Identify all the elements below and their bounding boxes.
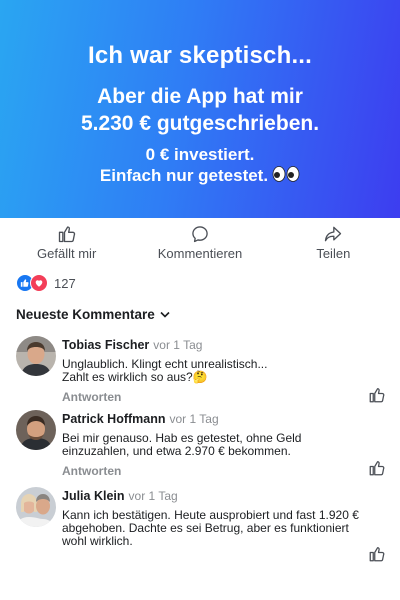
share-button[interactable]: Teilen — [267, 218, 400, 266]
banner-subheadline: Aber die App hat mir 5.230 € gutgeschrie… — [0, 83, 400, 137]
comment-time: vor 1 Tag — [153, 338, 203, 352]
reaction-summary[interactable]: 127 — [16, 273, 76, 293]
banner-line-5-wrap: Einfach nur getestet. — [0, 165, 400, 187]
comment-time: vor 1 Tag — [128, 489, 178, 503]
comment-like-icon[interactable] — [368, 459, 386, 477]
post-action-bar: Gefällt mir Kommentieren Teilen — [0, 218, 400, 266]
comment-text-content: Unglaublich. Klingt echt unrealistisch..… — [62, 357, 268, 384]
comment-header: Julia Klein vor 1 Tag — [62, 487, 362, 505]
comment-body: Tobias Fischer vor 1 Tag Unglaublich. Kli… — [62, 336, 362, 404]
comment-sort-dropdown[interactable]: Neueste Kommentare — [16, 307, 170, 322]
avatar[interactable] — [16, 410, 56, 450]
comment-item: Tobias Fischer vor 1 Tag Unglaublich. Kli… — [16, 336, 386, 404]
reply-link[interactable]: Antworten — [62, 390, 362, 404]
share-label: Teilen — [316, 246, 351, 261]
comment-text: Bei mir genauso. Hab es getestet, ohne G… — [62, 431, 302, 458]
banner-line-3: 5.230 € gutgeschrieben. — [80, 112, 320, 135]
comment-item: Julia Klein vor 1 Tag Kann ich bestätigen… — [16, 487, 386, 565]
comment-author[interactable]: Patrick Hoffmann — [62, 412, 166, 426]
chevron-down-icon — [160, 311, 170, 318]
thumbs-up-icon — [58, 226, 75, 243]
banner-line-2: Aber die App hat mir — [97, 85, 303, 108]
comment-button[interactable]: Kommentieren — [133, 218, 266, 266]
comment-body: Julia Klein vor 1 Tag Kann ich bestätigen… — [62, 487, 362, 548]
share-arrow-icon — [325, 226, 342, 242]
comment-header: Tobias Fischer vor 1 Tag — [62, 336, 362, 354]
thinking-face-emoji: 🤔 — [192, 370, 208, 384]
comment-bubble-icon — [192, 226, 208, 243]
like-label: Gefällt mir — [37, 246, 97, 261]
comment-label: Kommentieren — [157, 246, 243, 261]
comment-author[interactable]: Tobias Fischer — [62, 338, 149, 352]
avatar[interactable] — [16, 336, 56, 376]
comment-text: Kann ich bestätigen. Heute ausprobiert u… — [62, 508, 359, 548]
comment-item: Patrick Hoffmann vor 1 Tag Bei mir genaus… — [16, 410, 386, 478]
reply-link[interactable]: Antworten — [62, 464, 362, 478]
ad-banner: Ich war skeptisch... Aber die App hat mi… — [0, 0, 400, 218]
avatar[interactable] — [16, 487, 56, 527]
heart-reaction-icon — [30, 274, 48, 292]
like-button[interactable]: Gefällt mir — [0, 218, 133, 266]
comment-text: Unglaublich. Klingt echt unrealistisch..… — [62, 358, 362, 384]
reaction-count: 127 — [54, 275, 76, 291]
banner-tagline: 0 € investiert. Einfach nur getestet. — [0, 144, 400, 187]
banner-line-4: 0 € investiert. — [145, 145, 255, 164]
eyes-emoji-icon — [272, 166, 300, 187]
comment-header: Patrick Hoffmann vor 1 Tag — [62, 410, 362, 428]
comment-body: Patrick Hoffmann vor 1 Tag Bei mir genaus… — [62, 410, 362, 478]
sort-label: Neueste Kommentare — [16, 307, 155, 322]
comment-author[interactable]: Julia Klein — [62, 489, 125, 503]
comment-like-icon[interactable] — [368, 386, 386, 404]
comment-time: vor 1 Tag — [169, 412, 219, 426]
comment-like-icon[interactable] — [368, 545, 386, 563]
banner-line-5: Einfach nur getestet. — [99, 166, 269, 185]
banner-headline: Ich war skeptisch... — [87, 42, 313, 69]
